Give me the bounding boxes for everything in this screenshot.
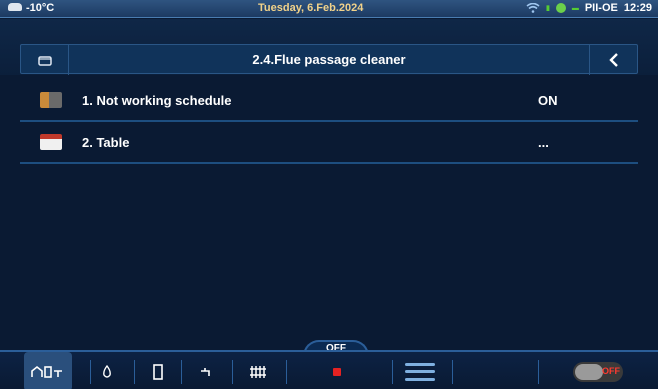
signal-icon: ▮ <box>545 5 550 12</box>
power-toggle[interactable]: OFF <box>568 352 628 389</box>
boiler-icon <box>153 363 163 380</box>
outdoor-temp-value: -10°C <box>26 2 55 14</box>
folder-icon <box>37 55 52 66</box>
nav-flame-button[interactable] <box>92 352 122 389</box>
header-bar: 2.4.Flue passage cleaner <box>20 44 638 75</box>
radiator-icon <box>250 365 266 378</box>
list-item-label: 2. Table <box>82 134 130 150</box>
flame-icon <box>103 364 111 378</box>
divider <box>392 360 393 384</box>
alarm-indicator <box>324 352 350 389</box>
list-item-table[interactable]: 2. Table ... <box>20 122 638 164</box>
menu-icon <box>405 362 435 381</box>
bottom-nav: OFF <box>0 350 658 389</box>
divider <box>538 360 539 384</box>
toggle-label: OFF <box>602 365 620 376</box>
list-item-label: 1. Not working schedule <box>82 92 232 108</box>
date-label: Tuesday, 6.Feb.2024 <box>258 2 364 14</box>
nav-boiler-button[interactable] <box>143 352 173 389</box>
cloud-icon <box>8 3 22 11</box>
nav-home-button[interactable] <box>24 352 72 389</box>
settings-list: 1. Not working schedule ON 2. Table ... <box>20 80 638 164</box>
home-icon <box>31 365 62 378</box>
toggle-switch[interactable]: OFF <box>573 361 623 382</box>
back-arrow-icon <box>608 53 618 67</box>
divider <box>134 360 135 384</box>
calendar-icon <box>40 134 62 150</box>
folder-button[interactable] <box>21 45 69 75</box>
clock: 12:29 <box>623 2 652 14</box>
toggle-knob <box>575 363 603 380</box>
page-title: 2.4.Flue passage cleaner <box>252 52 406 67</box>
fan-icon <box>555 3 566 13</box>
alarm-dot-icon <box>333 367 341 376</box>
list-item-value: ... <box>538 134 549 150</box>
divider <box>286 360 287 384</box>
back-button[interactable] <box>589 45 637 75</box>
nav-radiator-button[interactable] <box>240 352 276 389</box>
screen: -10°C Tuesday, 6.Feb.2024 ▮ ▬ PII-OE 12:… <box>0 0 658 389</box>
fan-level-icon: ▬ <box>571 4 579 12</box>
divider <box>452 360 453 384</box>
schedule-icon <box>40 92 62 108</box>
tap-icon <box>201 367 210 376</box>
wifi-icon <box>526 3 540 13</box>
status-right: ▮ ▬ PII-OE 12:29 <box>526 2 652 14</box>
list-item-value: ON <box>538 92 558 108</box>
menu-button[interactable] <box>398 352 442 389</box>
device-label: PII-OE <box>584 2 618 14</box>
list-item-not-working-schedule[interactable]: 1. Not working schedule ON <box>20 80 638 122</box>
status-bar: -10°C Tuesday, 6.Feb.2024 ▮ ▬ PII-OE 12:… <box>0 0 658 18</box>
divider <box>232 360 233 384</box>
nav-tap-button[interactable] <box>190 352 224 389</box>
divider <box>90 360 91 384</box>
divider <box>181 360 182 384</box>
header: 2.4.Flue passage cleaner <box>0 19 658 75</box>
outdoor-temp: -10°C <box>8 2 54 14</box>
